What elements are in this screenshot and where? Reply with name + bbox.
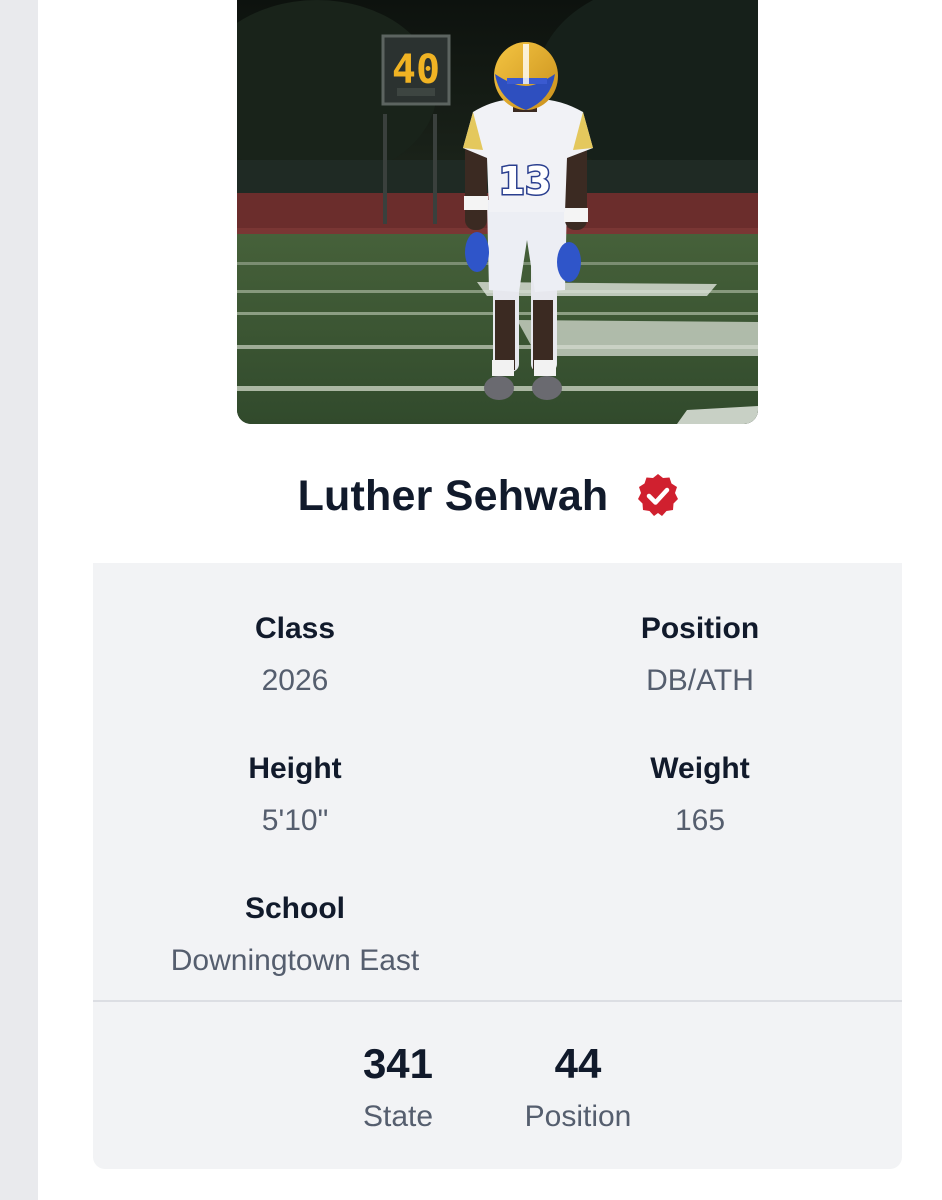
class-attribute: Class 2026 — [125, 609, 465, 701]
position-value: DB/ATH — [646, 664, 754, 697]
state-ranking[interactable]: 341 State — [343, 1039, 453, 1137]
weight-value: 165 — [674, 804, 726, 837]
position-rank-label: Position — [524, 1100, 632, 1133]
page-left-gutter — [0, 0, 38, 1200]
player-profile-card: 40 13 Luther Sehwah Class 2026 Position … — [38, 0, 942, 1200]
class-label: Class — [254, 612, 336, 645]
height-attribute: Height 5'10" — [125, 749, 465, 841]
weight-label: Weight — [650, 752, 750, 785]
player-name-row: Luther Sehwah — [38, 466, 942, 526]
position-rank-value: 44 — [554, 1040, 602, 1087]
scoreboard-digits: 40 — [392, 47, 440, 93]
rankings-divider — [93, 1000, 902, 1002]
player-details-panel: Class 2026 Position DB/ATH Height 5'10" … — [93, 563, 902, 1169]
school-label: School — [244, 892, 345, 925]
state-rank-value: 341 — [362, 1040, 434, 1087]
height-value: 5'10" — [261, 804, 329, 837]
weight-attribute: Weight 165 — [530, 749, 870, 841]
school-value[interactable]: Downingtown East — [125, 941, 465, 981]
state-rank-label: State — [362, 1100, 434, 1133]
player-photo[interactable]: 40 13 — [237, 0, 758, 424]
class-value: 2026 — [261, 664, 329, 697]
position-ranking[interactable]: 44 Position — [503, 1039, 653, 1137]
height-label: Height — [248, 752, 342, 785]
jersey-number: 13 — [499, 159, 552, 203]
player-photo-illustration: 40 13 — [237, 0, 758, 424]
player-name: Luther Sehwah — [297, 471, 609, 520]
position-label: Position — [640, 612, 760, 645]
position-attribute: Position DB/ATH — [530, 609, 870, 701]
verified-check-badge-icon — [638, 474, 679, 516]
school-attribute: School Downingtown East — [125, 889, 465, 981]
